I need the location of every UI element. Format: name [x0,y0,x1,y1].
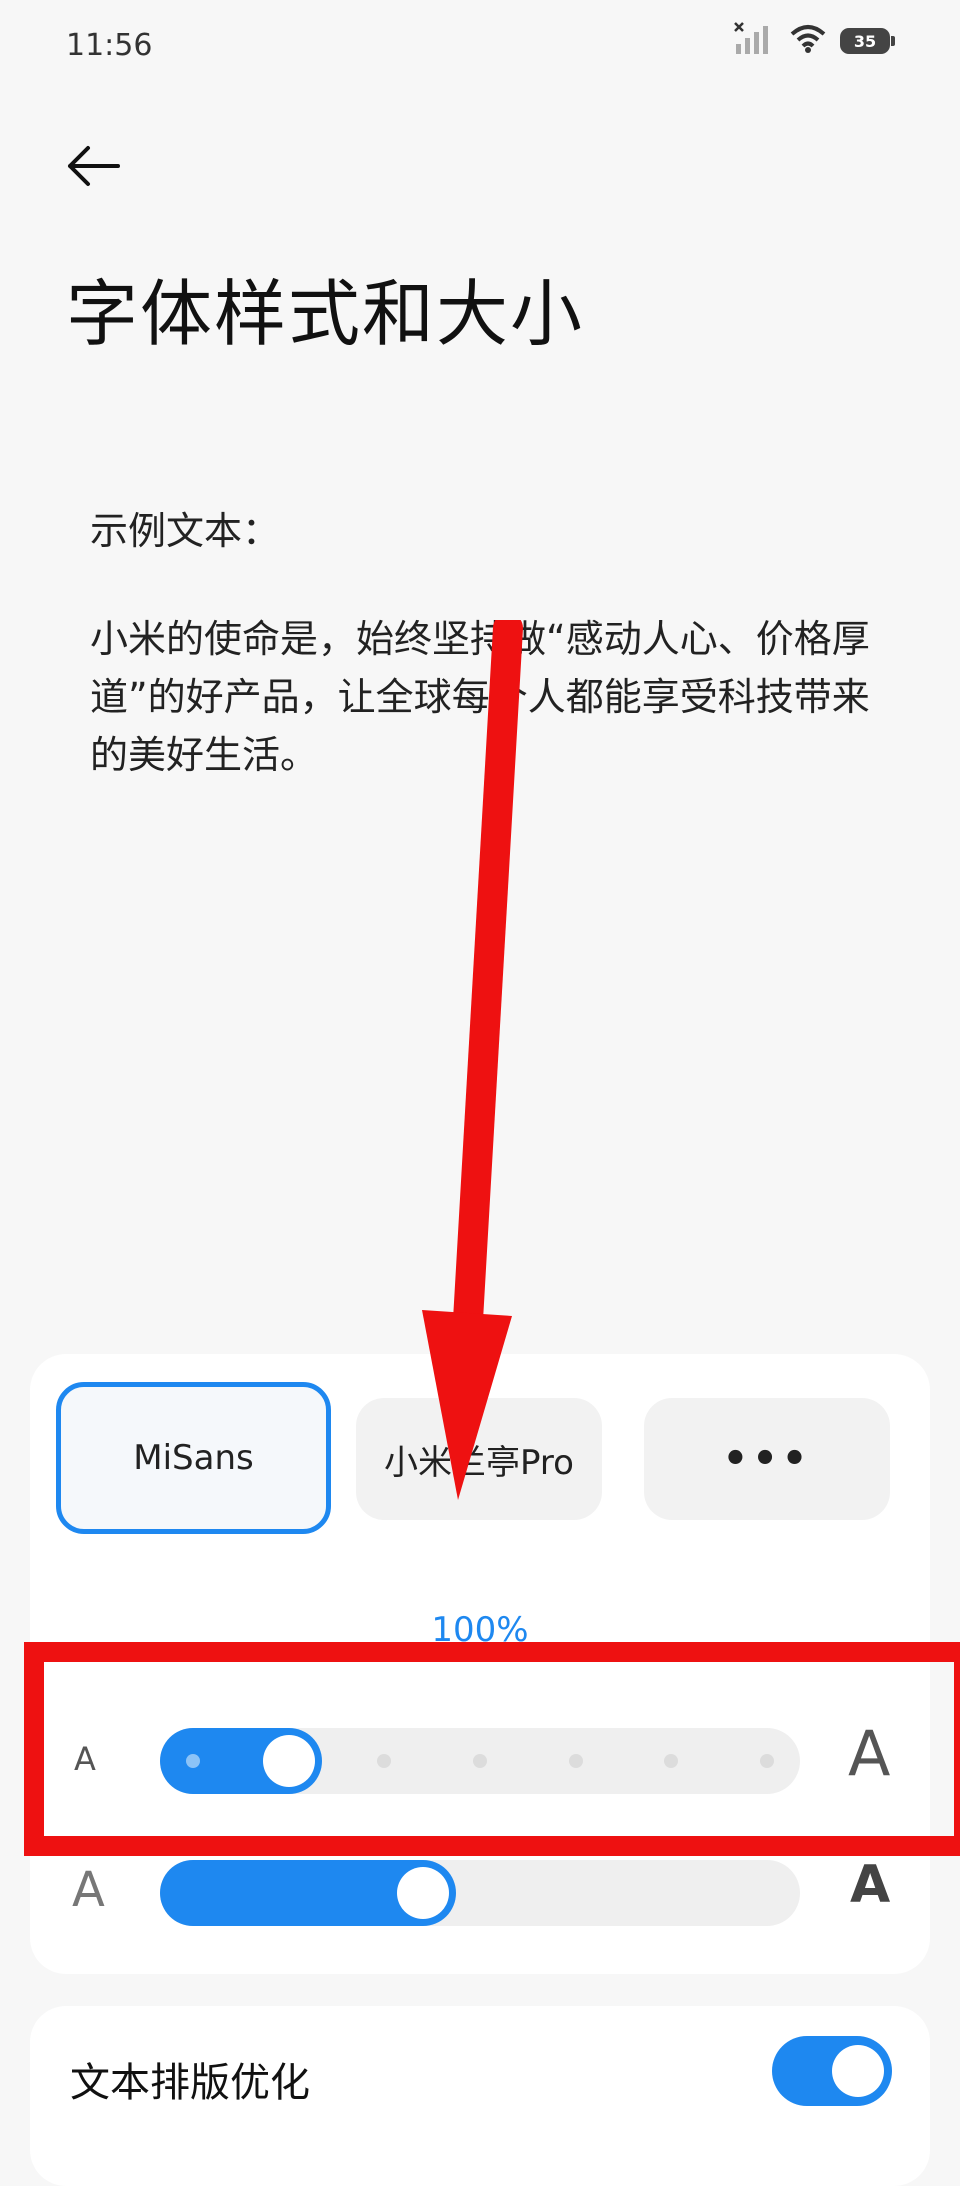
signal-off-icon [734,22,776,60]
wifi-icon [790,24,826,58]
more-fonts-button[interactable]: ••• [644,1398,890,1520]
toggle-knob [832,2045,884,2097]
battery-icon: 35 [840,28,895,54]
back-button[interactable] [64,136,124,196]
status-icons: 35 [734,22,895,60]
weight-light-label: A [72,1862,105,1918]
highlight-box [24,1642,960,1856]
arrow-left-icon [68,146,120,186]
typography-label: 文本排版优化 [70,2060,310,2106]
weight-bold-label: A [850,1855,891,1915]
page-title: 字体样式和大小 [66,272,585,356]
red-arrow-annotation [422,620,523,1500]
font-weight-slider[interactable] [160,1860,800,1926]
status-time: 11:56 [66,28,153,63]
font-option-misans[interactable]: MiSans [56,1382,331,1534]
font-weight-slider-thumb[interactable] [396,1867,449,1919]
sample-label: 示例文本： [90,509,281,553]
typography-toggle[interactable] [772,2036,892,2106]
